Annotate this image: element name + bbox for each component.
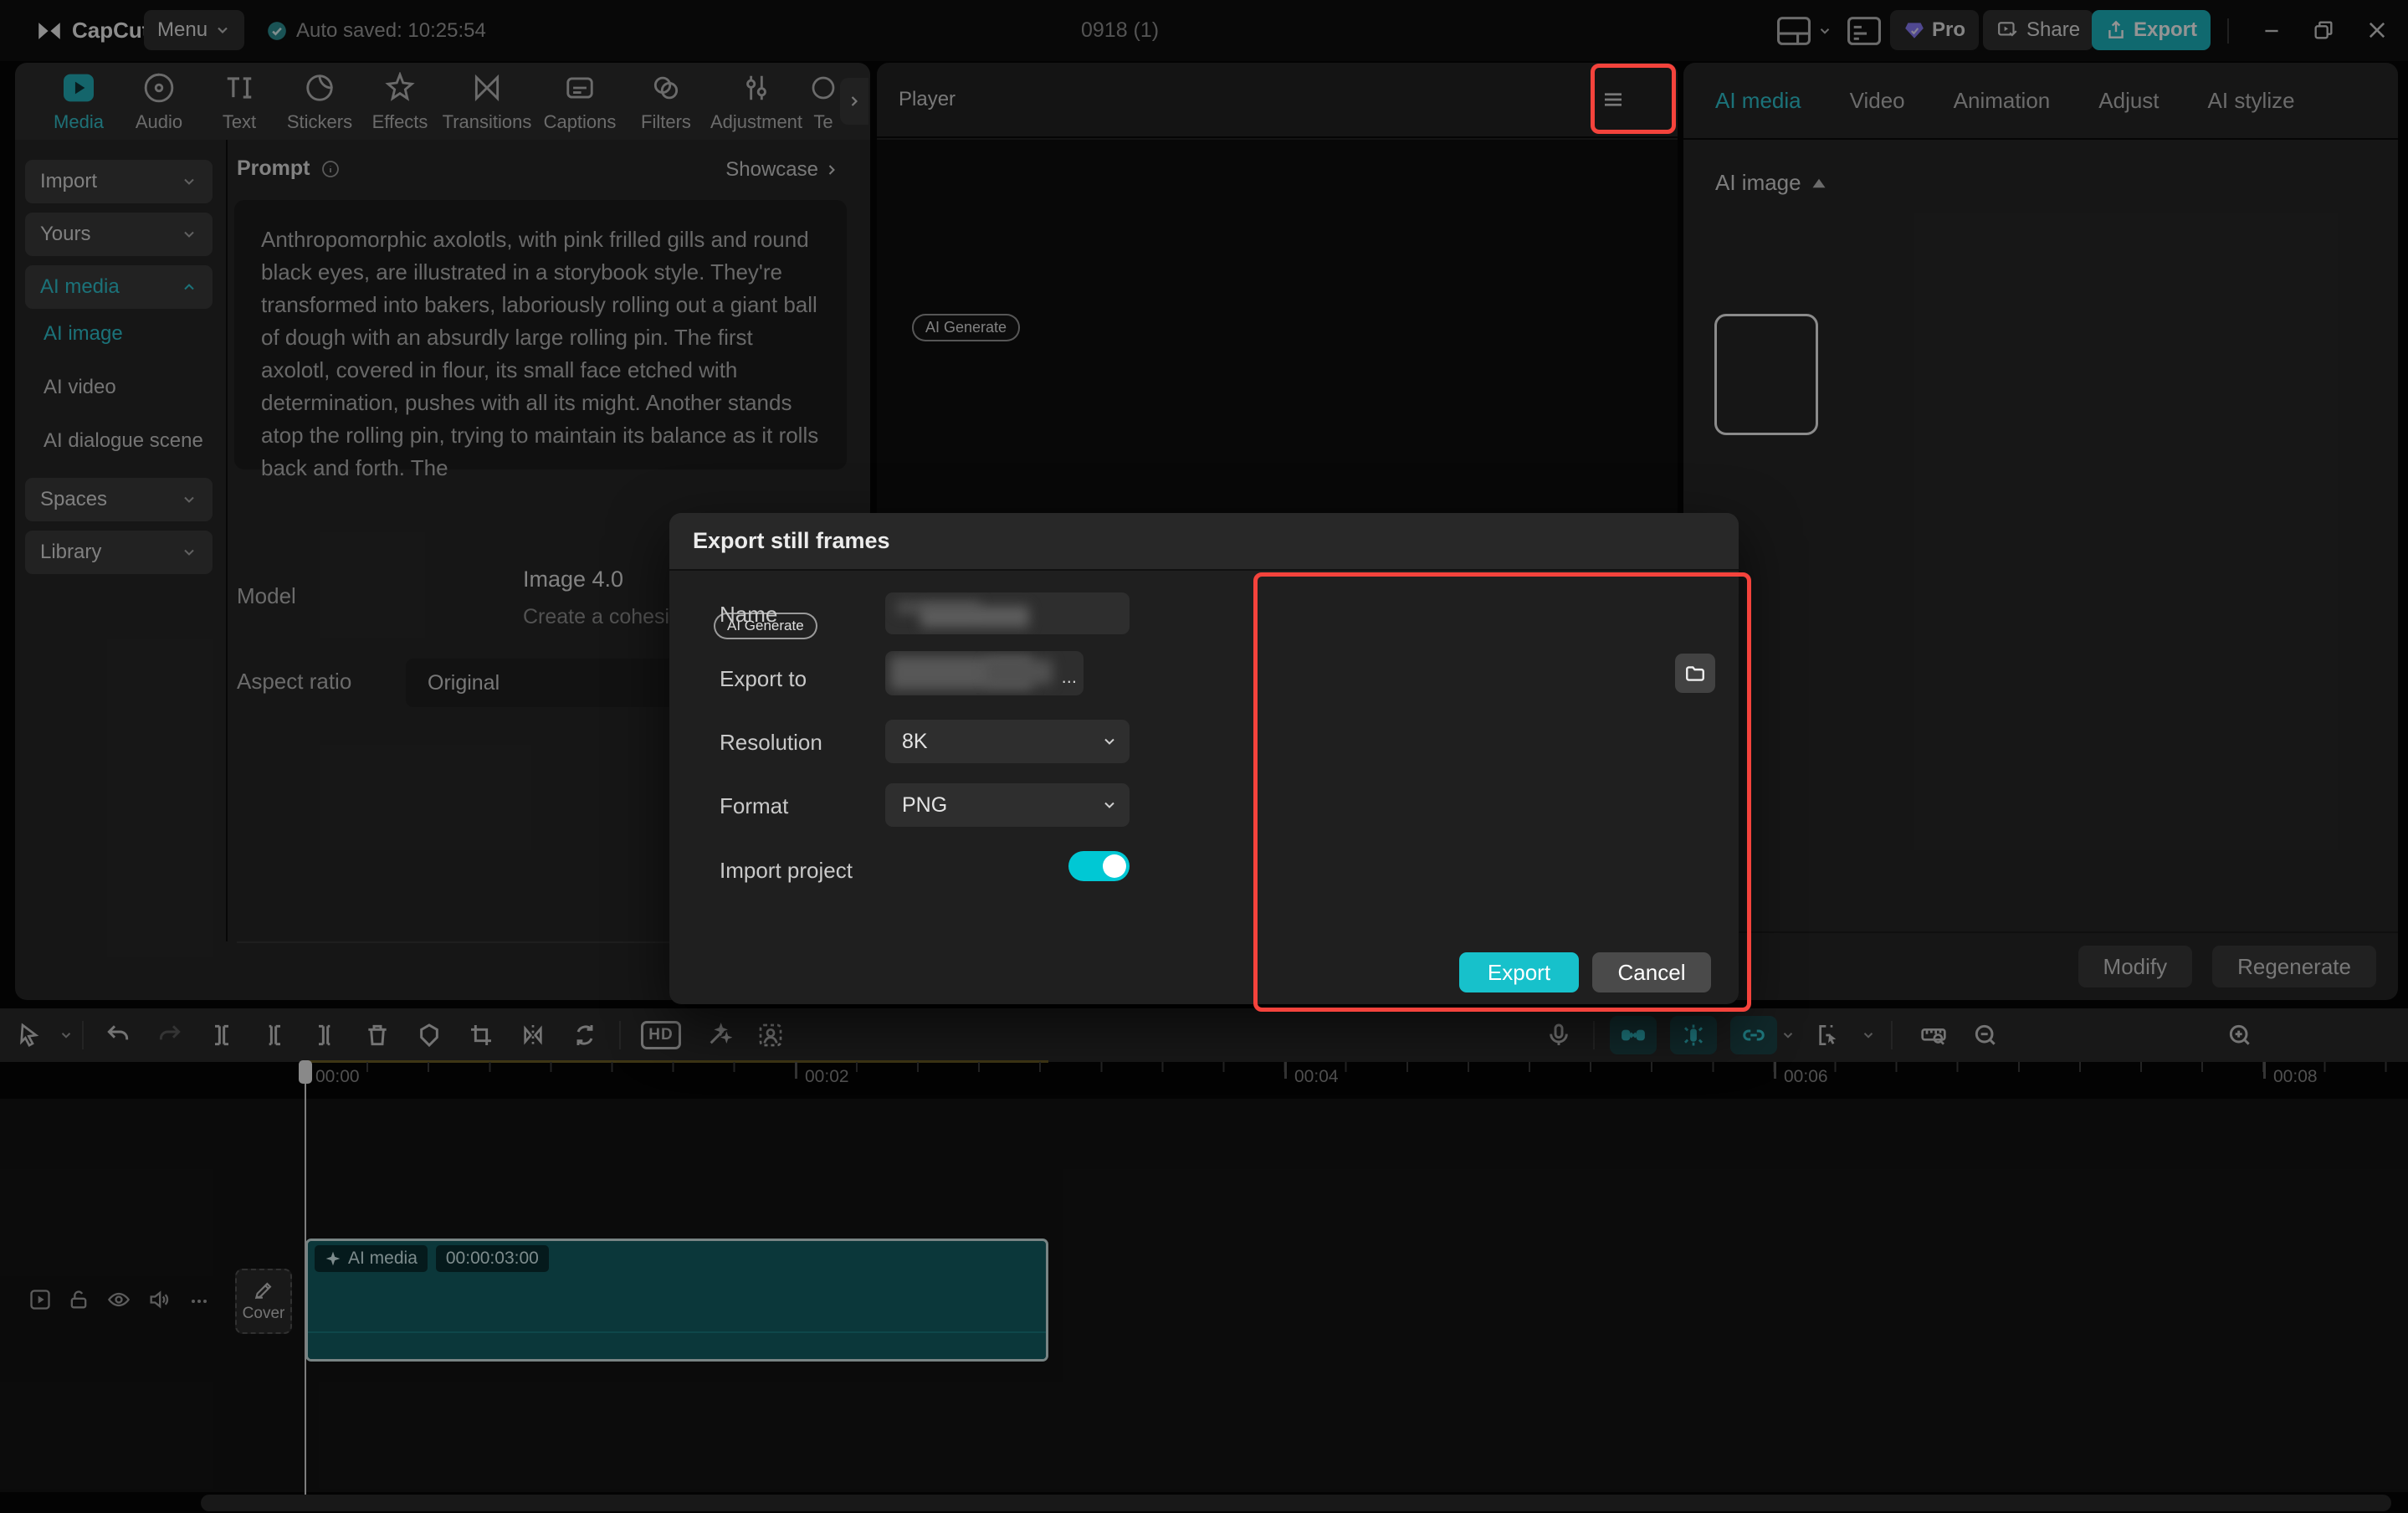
chevron-down-icon	[1101, 797, 1118, 813]
annotation-export-form	[1253, 572, 1751, 1012]
format-select[interactable]: PNG	[885, 783, 1130, 827]
capcut-app: CapCut Menu Auto saved: 10:25:54 0918 (1…	[0, 0, 2408, 1513]
name-input[interactable]	[885, 592, 1130, 634]
chevron-down-icon	[1101, 733, 1118, 750]
export-path-input[interactable]: ...	[885, 651, 1084, 695]
export-to-label: Export to	[720, 666, 807, 692]
import-project-label: Import project	[720, 858, 853, 884]
resolution-value: 8K	[902, 730, 928, 754]
path-ellipsis: ...	[1062, 666, 1077, 688]
format-label: Format	[720, 793, 788, 819]
dialog-title: Export still frames	[669, 513, 1739, 571]
name-label: Name	[720, 602, 777, 628]
toggle-knob	[1103, 854, 1126, 878]
resolution-label: Resolution	[720, 730, 822, 756]
redacted-text	[920, 606, 1029, 628]
import-project-toggle[interactable]	[1068, 851, 1130, 881]
format-value: PNG	[902, 793, 947, 818]
redacted-text	[986, 659, 1053, 685]
annotation-player-menu	[1591, 64, 1676, 134]
resolution-select[interactable]: 8K	[885, 720, 1130, 763]
